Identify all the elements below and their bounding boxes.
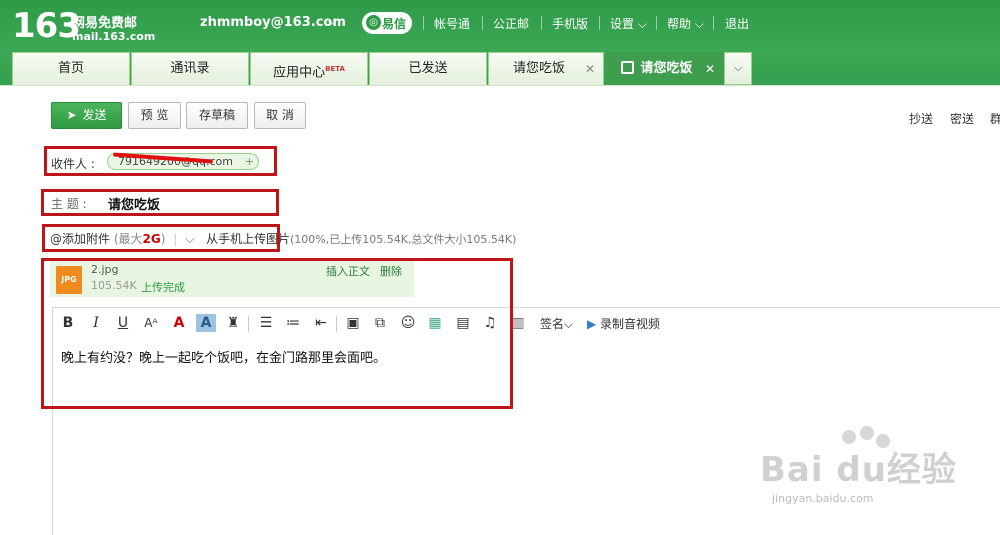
upload-progress-info: (100%,已上传105.54K,总文件大小105.54K) bbox=[290, 233, 517, 246]
nav-settings-label: 设置 bbox=[610, 17, 635, 31]
nav-logout[interactable]: 退出 bbox=[725, 15, 749, 32]
divider bbox=[713, 16, 714, 30]
chevron-down-icon[interactable]: ⌵ bbox=[327, 15, 335, 29]
watermark-url: jingyan.baidu.com bbox=[772, 492, 874, 505]
cancel-button[interactable]: 取 消 bbox=[254, 102, 306, 129]
logo-domain: mail.163.com bbox=[72, 30, 156, 43]
chevron-down-icon: ⌵ bbox=[634, 17, 647, 31]
nav-mobile[interactable]: 手机版 bbox=[552, 15, 588, 32]
divider bbox=[541, 16, 542, 30]
tab-contacts[interactable]: 通讯录 bbox=[131, 52, 249, 85]
divider bbox=[599, 16, 600, 30]
tab-draft-dinner[interactable]: 请您吃饭 ✕ bbox=[488, 52, 604, 85]
divider bbox=[656, 16, 657, 30]
tab-sent[interactable]: 已发送 bbox=[369, 52, 487, 85]
nav-notary-mail[interactable]: 公正邮 bbox=[493, 15, 529, 32]
tab-app-center[interactable]: 应用中心BETA bbox=[250, 52, 368, 85]
app-header: 163 网易免费邮 mail.163.com zhmmboy@163.com ⌵… bbox=[0, 0, 1000, 85]
highlight-recipient bbox=[44, 146, 277, 176]
tab-home[interactable]: 首页 bbox=[12, 52, 130, 85]
tab-app-center-label: 应用中心 bbox=[273, 65, 326, 81]
logo-number[interactable]: 163 bbox=[12, 6, 81, 46]
baidu-watermark: Bai du经验 jingyan.baidu.com bbox=[760, 426, 960, 525]
record-video-button[interactable]: ▶ 录制音视频 bbox=[587, 315, 660, 332]
yixin-label: 易信 bbox=[382, 17, 407, 31]
close-icon[interactable]: ✕ bbox=[585, 53, 595, 85]
cc-link[interactable]: 抄送 bbox=[909, 110, 933, 127]
tab-label: 请您吃饭 bbox=[640, 61, 693, 76]
close-icon[interactable]: ✕ bbox=[705, 53, 715, 85]
paw-icon bbox=[860, 426, 874, 440]
video-icon: ▶ bbox=[587, 317, 601, 331]
signature-label: 签名 bbox=[540, 317, 565, 331]
preview-button[interactable]: 预 览 bbox=[128, 102, 181, 129]
nav-settings[interactable]: 设置 ⌵ bbox=[610, 15, 647, 32]
send-label: 发送 bbox=[82, 108, 107, 122]
nav-account[interactable]: 帐号通 bbox=[434, 15, 470, 32]
chevron-down-icon: ⌵ bbox=[691, 17, 704, 31]
signature-dropdown[interactable]: 签名⌵ bbox=[540, 315, 573, 332]
yixin-icon: ◎ bbox=[366, 15, 381, 30]
group-link[interactable]: 群 bbox=[990, 110, 1000, 127]
highlight-body bbox=[41, 258, 513, 409]
logo-title: 网易免费邮 bbox=[72, 16, 138, 31]
yixin-button[interactable]: ◎ 易信 bbox=[362, 12, 412, 34]
divider bbox=[423, 16, 424, 30]
record-video-label: 录制音视频 bbox=[600, 317, 661, 331]
highlight-subject bbox=[41, 189, 279, 216]
save-draft-button[interactable]: 存草稿 bbox=[186, 102, 248, 129]
send-icon: ➤ bbox=[66, 108, 77, 122]
watermark-text: Bai du经验 bbox=[760, 450, 957, 490]
highlight-attachment bbox=[42, 224, 280, 252]
send-button[interactable]: ➤ 发送 bbox=[51, 102, 122, 129]
tab-more-button[interactable]: ⌵ bbox=[724, 52, 752, 85]
tab-bar: 首页 通讯录 应用中心BETA 已发送 请您吃饭 ✕ 请您吃饭 ✕ ⌵ bbox=[0, 52, 1000, 85]
user-email[interactable]: zhmmboy@163.com bbox=[200, 15, 346, 30]
tab-compose-dinner[interactable]: 请您吃饭 ✕ bbox=[606, 52, 724, 85]
chevron-down-icon: ⌵ bbox=[564, 317, 574, 331]
bcc-link[interactable]: 密送 bbox=[950, 110, 974, 127]
divider bbox=[482, 16, 483, 30]
tab-label: 请您吃饭 bbox=[512, 61, 565, 76]
nav-help-label: 帮助 bbox=[667, 17, 692, 31]
edit-icon bbox=[621, 61, 635, 74]
beta-badge: BETA bbox=[325, 65, 345, 73]
nav-help[interactable]: 帮助 ⌵ bbox=[667, 15, 704, 32]
chevron-down-icon: ⌵ bbox=[733, 61, 743, 74]
